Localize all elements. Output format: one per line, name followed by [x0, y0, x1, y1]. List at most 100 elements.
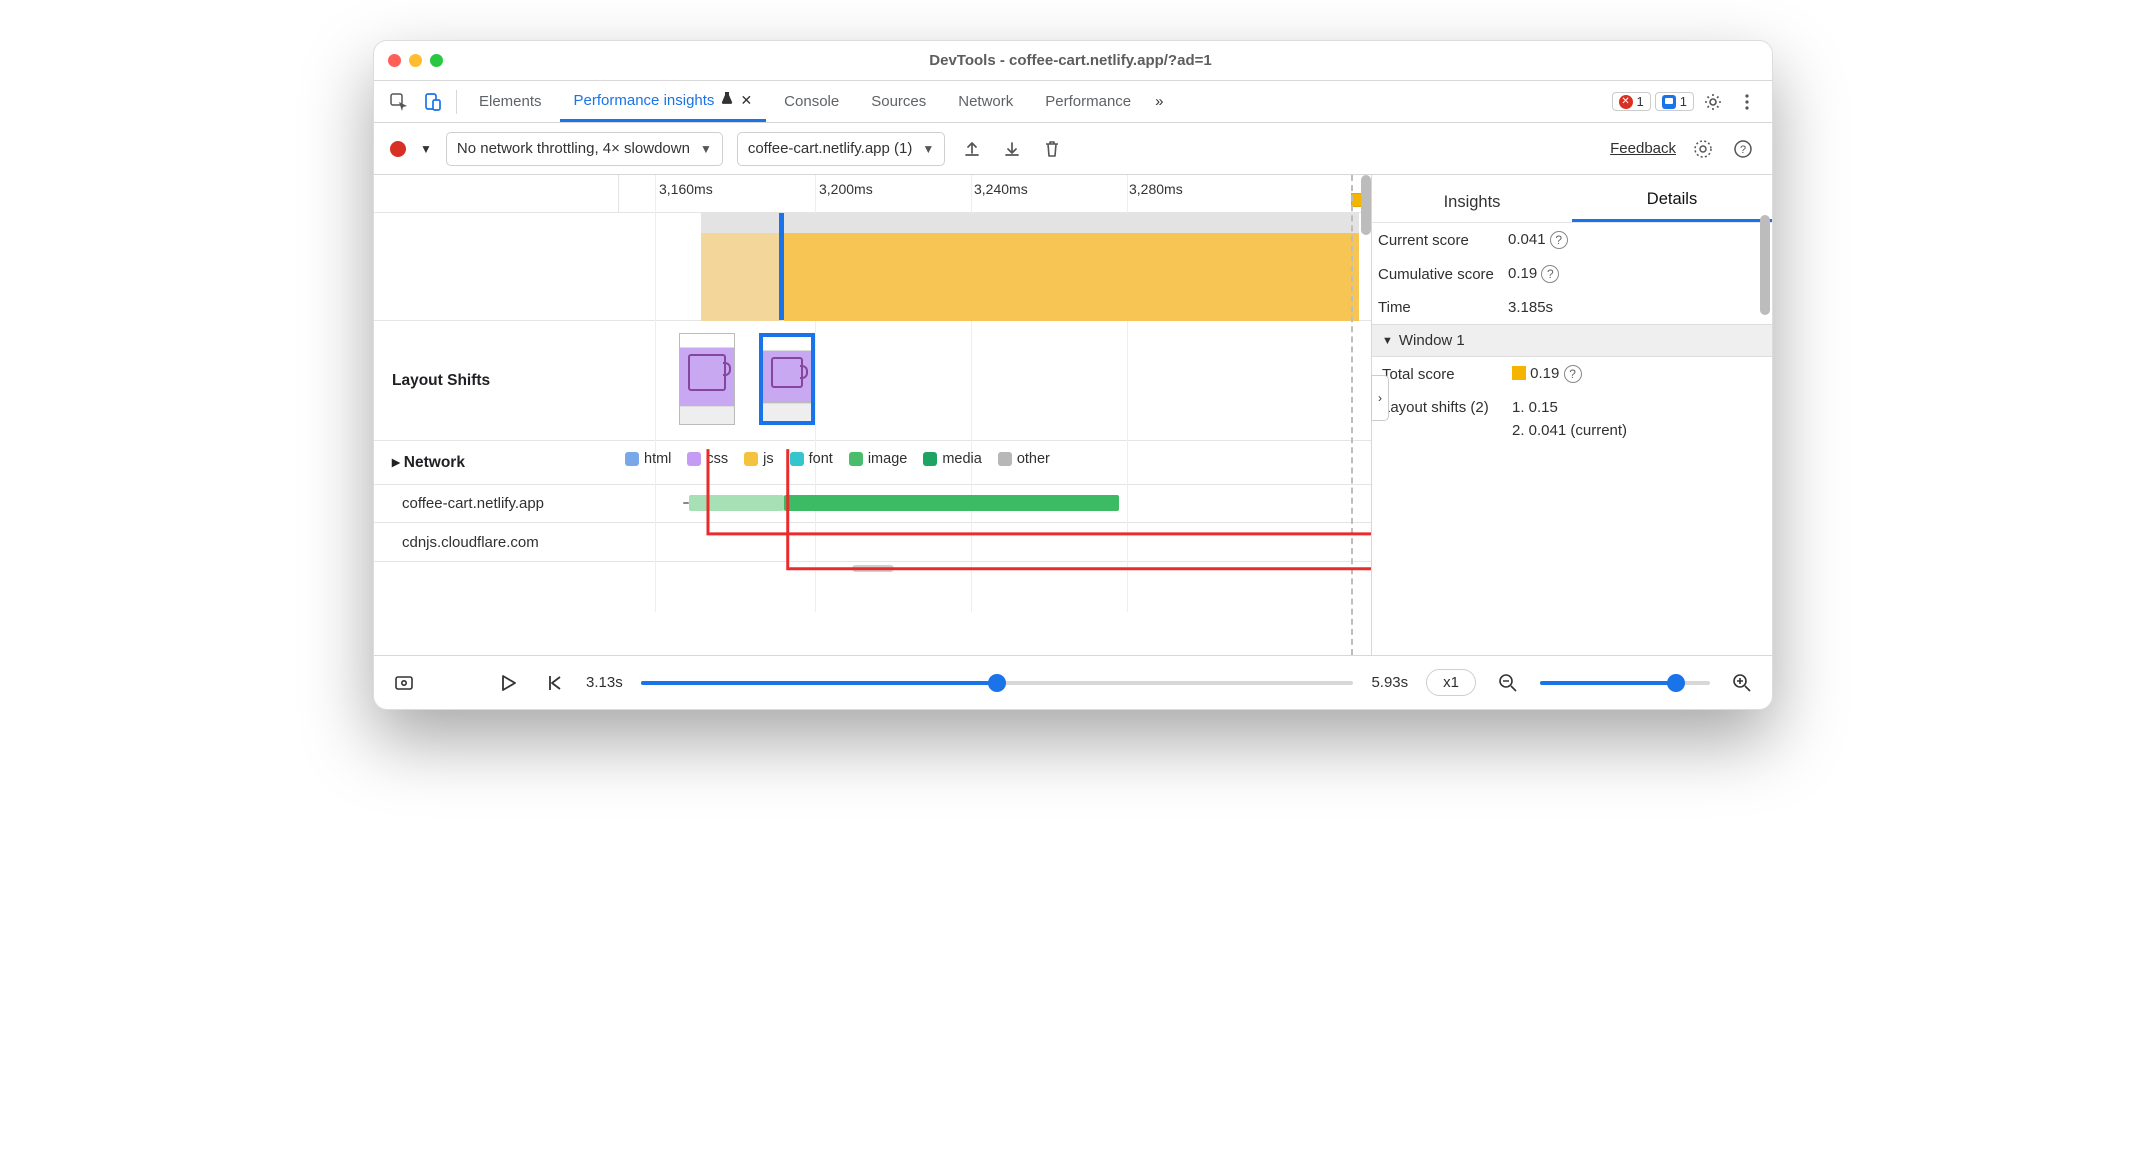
flask-icon [720, 91, 734, 109]
layout-shifts-track[interactable]: Layout Shifts [374, 321, 1371, 441]
speed-label: x1 [1443, 674, 1459, 691]
tab-label: Performance insights [574, 92, 715, 109]
track-label: Network [404, 454, 465, 472]
detail-key: Total score [1382, 366, 1455, 383]
tab-elements[interactable]: Elements [465, 81, 556, 122]
layout-shift-item[interactable]: 2. 0.041 (current) [1512, 422, 1627, 439]
help-icon[interactable]: ? [1564, 365, 1582, 383]
more-tabs-button[interactable]: » [1149, 93, 1169, 110]
close-tab-icon[interactable]: ✕ [740, 92, 752, 109]
ruler-tick: 3,200ms [819, 181, 873, 197]
legend-swatch-other [998, 452, 1012, 466]
section-header[interactable]: ▼ Window 1 [1372, 324, 1772, 357]
help-icon[interactable]: ? [1730, 136, 1756, 162]
layout-shift-item[interactable]: 1. 0.15 [1512, 399, 1627, 416]
messages-badge[interactable]: 1 [1655, 92, 1694, 111]
devtools-tab-strip: Elements Performance insights ✕ Console … [374, 81, 1772, 123]
ruler-tick: 3,240ms [974, 181, 1028, 197]
inspect-element-icon[interactable] [384, 87, 414, 117]
error-icon: ✕ [1619, 95, 1633, 109]
kebab-menu-icon[interactable] [1732, 87, 1762, 117]
zoom-out-icon[interactable] [1494, 669, 1522, 697]
vertical-scrollbar[interactable] [1361, 175, 1371, 235]
record-button[interactable] [390, 141, 406, 157]
legend-swatch-media [923, 452, 937, 466]
network-row[interactable]: cdnjs.cloudflare.com [374, 523, 1371, 561]
legend-swatch-font [790, 452, 804, 466]
recording-select[interactable]: coffee-cart.netlify.app (1) ▼ [737, 132, 945, 166]
legend-swatch-html [625, 452, 639, 466]
tab-performance[interactable]: Performance [1031, 81, 1145, 122]
panel-settings-icon[interactable] [1690, 136, 1716, 162]
insights-tab[interactable]: Insights [1372, 193, 1572, 222]
help-icon[interactable]: ? [1541, 265, 1559, 283]
settings-icon[interactable] [1698, 87, 1728, 117]
legend-label: font [809, 451, 833, 467]
errors-badge[interactable]: ✕ 1 [1612, 92, 1651, 111]
time-start-label: 3.13s [586, 674, 623, 691]
track-label: Layout Shifts [374, 321, 619, 440]
expand-icon[interactable]: ▸ [392, 453, 400, 472]
tab-sources[interactable]: Sources [857, 81, 940, 122]
chevron-down-icon: ▼ [922, 142, 934, 156]
zoom-in-icon[interactable] [1728, 669, 1756, 697]
play-button[interactable] [494, 669, 522, 697]
ruler-tick: 3,160ms [659, 181, 713, 197]
tab-label: Elements [479, 93, 542, 110]
details-tab[interactable]: Details [1572, 190, 1772, 222]
detail-value: 0.19 [1530, 365, 1559, 382]
details-panel: Insights Details › Current score 0.041 ?… [1372, 175, 1772, 655]
close-window-button[interactable] [388, 54, 401, 67]
window-controls[interactable] [388, 54, 443, 67]
export-icon[interactable] [959, 136, 985, 162]
help-icon[interactable]: ? [1550, 231, 1568, 249]
playback-speed[interactable]: x1 [1426, 669, 1476, 696]
tab-performance-insights[interactable]: Performance insights ✕ [560, 81, 767, 122]
layout-shift-thumbnail[interactable] [679, 333, 735, 425]
time-end-label: 5.93s [1371, 674, 1408, 691]
network-track-header[interactable]: ▸ Network html css js font image media o… [374, 441, 1371, 485]
message-icon [1662, 95, 1676, 109]
minimize-window-button[interactable] [409, 54, 422, 67]
playhead[interactable] [779, 213, 784, 320]
vertical-scrollbar[interactable] [1760, 215, 1770, 315]
network-row-host: coffee-cart.netlify.app [374, 485, 619, 522]
feedback-link[interactable]: Feedback [1610, 140, 1676, 157]
frames-track[interactable] [374, 213, 1371, 321]
zoom-slider[interactable] [1540, 681, 1710, 685]
playback-bar: 3.13s 5.93s x1 [374, 655, 1772, 709]
horizontal-scroll-thumb[interactable] [374, 561, 1371, 575]
timeline-panel: 3,160ms 3,200ms 3,240ms 3,280ms [374, 175, 1372, 655]
detail-key: Cumulative score [1378, 266, 1494, 283]
toggle-visibility-icon[interactable] [390, 669, 418, 697]
go-start-button[interactable] [540, 669, 568, 697]
legend-swatch-js [744, 452, 758, 466]
tab-label: Insights [1444, 193, 1501, 211]
score-swatch-icon [1512, 366, 1526, 380]
legend-label: css [706, 451, 728, 467]
maximize-window-button[interactable] [430, 54, 443, 67]
legend-label: html [644, 451, 671, 467]
legend-swatch-css [687, 452, 701, 466]
layout-shift-thumbnail-selected[interactable] [759, 333, 815, 425]
throttling-select[interactable]: No network throttling, 4× slowdown ▼ [446, 132, 723, 166]
record-menu-button[interactable]: ▼ [420, 142, 432, 156]
device-toolbar-icon[interactable] [418, 87, 448, 117]
expand-sidebar-button[interactable]: › [1371, 375, 1389, 421]
chevron-down-icon: ▼ [700, 142, 712, 156]
delete-icon[interactable] [1039, 136, 1065, 162]
tab-network[interactable]: Network [944, 81, 1027, 122]
time-slider[interactable] [641, 681, 1354, 685]
tab-label: Performance [1045, 93, 1131, 110]
detail-value: 0.041 [1508, 231, 1546, 248]
import-icon[interactable] [999, 136, 1025, 162]
detail-value: 3.185s [1508, 299, 1553, 316]
legend-label: image [868, 451, 908, 467]
network-row[interactable]: coffee-cart.netlify.app [374, 485, 1371, 523]
detail-key: Time [1378, 299, 1411, 316]
detail-key: Current score [1378, 232, 1469, 249]
tab-console[interactable]: Console [770, 81, 853, 122]
legend-swatch-image [849, 452, 863, 466]
chevron-down-icon: ▼ [1382, 335, 1393, 347]
time-ruler[interactable]: 3,160ms 3,200ms 3,240ms 3,280ms [374, 175, 1371, 213]
